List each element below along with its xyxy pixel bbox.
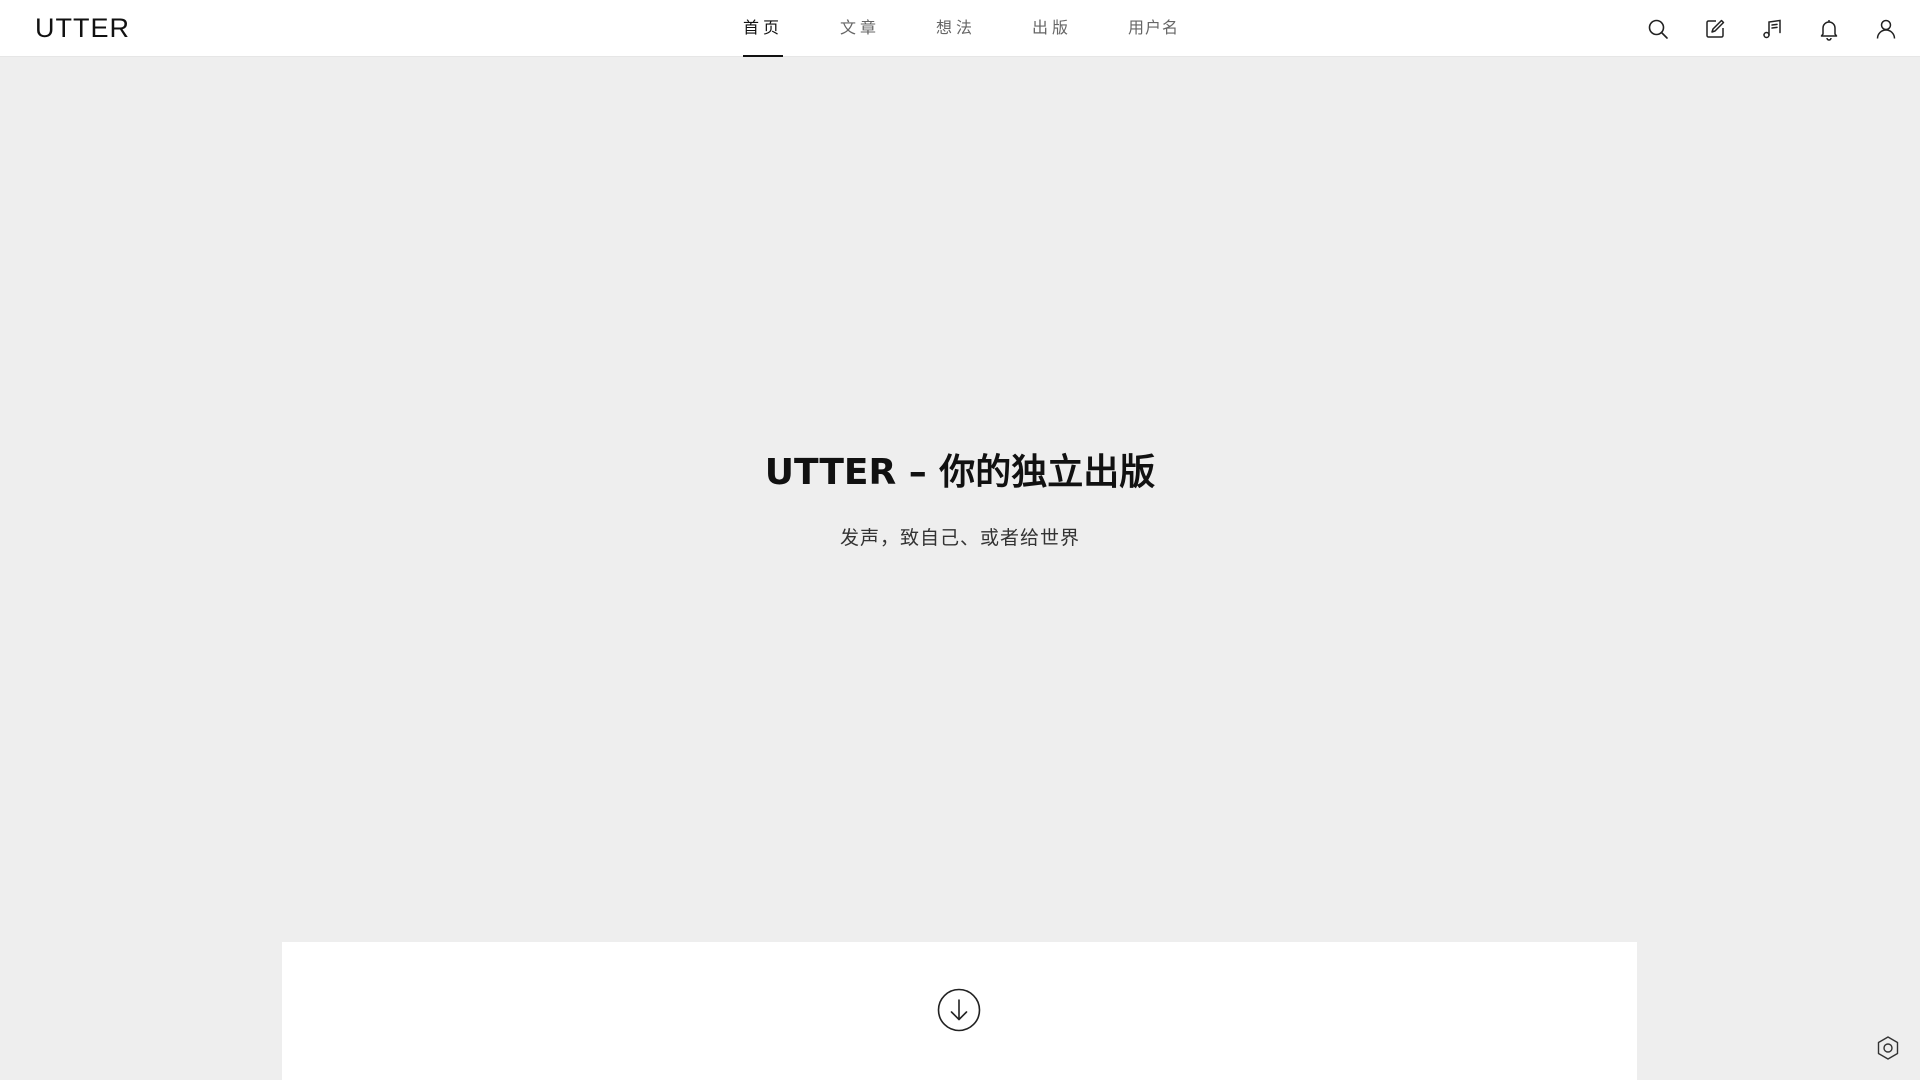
content-card [282,942,1637,1080]
hero-title: UTTER – 你的独立出版 [764,452,1156,493]
search-icon[interactable] [1642,13,1674,45]
hero-subtitle: 发声，致自己、或者给世界 [839,527,1080,549]
nav-thoughts-label: 想法 [936,18,977,37]
top-navigation-bar: UTTER 首页 文章 想法 出版 用户名 [0,0,1920,57]
nav-articles[interactable]: 文章 [840,0,880,57]
nav-articles-label: 文章 [840,18,881,37]
nav-publish-label: 出版 [1032,18,1073,37]
nav-publish[interactable]: 出版 [1032,0,1072,57]
header-tools [1617,13,1902,45]
hero-section: UTTER – 你的独立出版 发声，致自己、或者给世界 [0,57,1920,942]
nav-home-label: 首页 [743,18,784,37]
hexagon-settings-icon[interactable] [1874,1034,1902,1062]
user-icon[interactable] [1870,13,1902,45]
nav-thoughts[interactable]: 想法 [936,0,976,57]
bell-icon[interactable] [1813,13,1845,45]
nav-username[interactable]: 用户名 [1128,0,1179,57]
music-list-icon[interactable] [1756,13,1788,45]
nav-home[interactable]: 首页 [743,0,784,57]
nav-username-label: 用户名 [1128,18,1180,37]
arrow-down-circle-icon[interactable] [937,988,981,1032]
edit-icon[interactable] [1699,13,1731,45]
